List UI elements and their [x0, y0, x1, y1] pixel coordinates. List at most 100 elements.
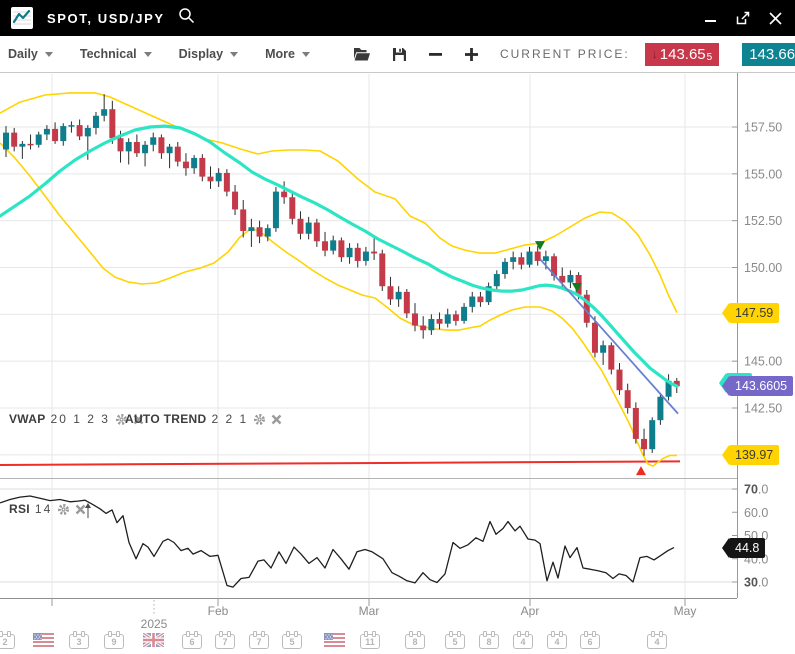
- rsi-params: 14: [35, 502, 52, 516]
- zoom-in-button[interactable]: [464, 47, 479, 62]
- menu-display[interactable]: Display: [179, 47, 238, 61]
- calendar-event-icon[interactable]: 8: [405, 634, 425, 649]
- calendar-event-icon[interactable]: 5: [445, 634, 465, 649]
- buy-price-badge[interactable]: 143.66 2 ↑: [742, 43, 795, 66]
- candlestick: [134, 142, 140, 153]
- price-axis-badge: 139.97: [729, 445, 779, 465]
- menu-technical[interactable]: Technical: [80, 47, 152, 61]
- calendar-event-icon[interactable]: 3: [69, 634, 89, 649]
- candlestick: [248, 227, 254, 231]
- flag-us-icon[interactable]: [324, 633, 345, 647]
- candles-layer: [3, 94, 680, 456]
- calendar-event-icon[interactable]: 7: [249, 634, 269, 649]
- menu-timeframe-label: Daily: [8, 47, 38, 61]
- calendar-event-icon[interactable]: 7: [215, 634, 235, 649]
- calendar-event-icon[interactable]: 9: [104, 634, 124, 649]
- calendar-event-icon[interactable]: 11: [360, 634, 380, 649]
- flag-us-icon[interactable]: [33, 633, 54, 647]
- candlestick: [608, 345, 614, 369]
- price-chart-svg[interactable]: 157.50155.00152.50150.00145.00142.5070.0…: [0, 73, 795, 654]
- calendar-event-icon[interactable]: 2: [0, 634, 15, 649]
- candlestick: [396, 292, 402, 299]
- window-controls: [704, 10, 783, 26]
- candlestick: [126, 142, 132, 151]
- calendar-event-icon[interactable]: 4: [547, 634, 567, 649]
- window-title: SPOT, USD/JPY: [47, 11, 165, 26]
- svg-text:157.50: 157.50: [744, 121, 782, 135]
- candlestick: [518, 257, 524, 264]
- menu-more[interactable]: More: [265, 47, 310, 61]
- auto-trend-line[interactable]: [540, 259, 678, 414]
- gridlines: [0, 74, 737, 598]
- svg-text:60.0: 60.0: [744, 506, 768, 520]
- candlestick: [224, 173, 230, 192]
- candlestick: [527, 252, 533, 265]
- candlestick: [625, 390, 631, 408]
- popout-button[interactable]: [735, 10, 751, 26]
- candlestick: [183, 162, 189, 169]
- svg-text:Mar: Mar: [359, 604, 380, 618]
- menu-technical-label: Technical: [80, 47, 137, 61]
- candlestick: [510, 257, 516, 262]
- candlestick: [461, 307, 467, 321]
- candlestick: [199, 158, 205, 177]
- candlestick: [167, 147, 173, 154]
- open-layout-button[interactable]: [353, 47, 371, 62]
- flag-uk-icon[interactable]: [143, 633, 164, 647]
- calendar-event-icon[interactable]: 4: [513, 634, 533, 649]
- chart-canvas[interactable]: 157.50155.00152.50150.00145.00142.5070.0…: [0, 73, 795, 654]
- menu-timeframe[interactable]: Daily: [8, 47, 53, 61]
- candlestick: [502, 262, 508, 274]
- candlestick: [387, 286, 393, 299]
- calendar-event-icon[interactable]: 5: [282, 634, 302, 649]
- svg-text:Feb: Feb: [208, 604, 229, 618]
- svg-text:70.0: 70.0: [744, 483, 768, 497]
- candlestick: [60, 126, 66, 141]
- close-button[interactable]: [768, 11, 783, 26]
- sell-price: 143.65: [660, 46, 706, 63]
- candlestick: [265, 228, 271, 236]
- search-icon[interactable]: [178, 7, 195, 29]
- candlestick: [437, 319, 443, 324]
- chart-app-icon: [10, 6, 34, 30]
- candlestick: [617, 370, 623, 391]
- zoom-out-button[interactable]: [428, 47, 443, 62]
- chevron-down-icon: [230, 52, 238, 57]
- price-axis-badge: 147.59: [729, 303, 779, 323]
- candlestick: [289, 197, 295, 219]
- candlestick: [297, 219, 303, 234]
- candlestick: [657, 397, 663, 420]
- save-layout-button[interactable]: [392, 47, 407, 62]
- gear-icon[interactable]: [253, 413, 266, 426]
- candlestick: [371, 252, 377, 254]
- calendar-event-icon[interactable]: 6: [580, 634, 600, 649]
- candlestick: [633, 408, 639, 439]
- toolbar: Daily Technical Display More: [0, 36, 795, 73]
- menu-display-label: Display: [179, 47, 223, 61]
- candlestick: [158, 137, 164, 153]
- sell-signal-marker[interactable]: [535, 241, 545, 250]
- calendar-event-icon[interactable]: 4: [647, 634, 667, 649]
- candlestick: [363, 252, 369, 261]
- support-alert-marker[interactable]: [636, 466, 646, 475]
- gear-icon[interactable]: [57, 503, 70, 516]
- close-icon[interactable]: [75, 504, 86, 515]
- sell-price-badge[interactable]: ↓ 143.65 5: [645, 43, 719, 66]
- chevron-down-icon: [45, 52, 53, 57]
- candlestick: [477, 297, 483, 303]
- candlestick: [592, 323, 598, 353]
- calendar-event-icon[interactable]: 8: [479, 634, 499, 649]
- support-line[interactable]: [0, 461, 680, 465]
- candlestick: [404, 292, 410, 314]
- candlestick: [118, 138, 124, 151]
- close-icon[interactable]: [271, 414, 282, 425]
- candlestick: [600, 345, 606, 352]
- candlestick: [208, 177, 214, 182]
- calendar-event-icon[interactable]: 6: [182, 634, 202, 649]
- axis-labels: 157.50155.00152.50150.00145.00142.5070.0…: [52, 121, 782, 632]
- svg-text:30.0: 30.0: [744, 576, 768, 590]
- minimize-button[interactable]: [704, 11, 718, 25]
- candlestick: [314, 223, 320, 242]
- candlestick: [93, 116, 99, 128]
- sell-pip: 5: [707, 52, 713, 66]
